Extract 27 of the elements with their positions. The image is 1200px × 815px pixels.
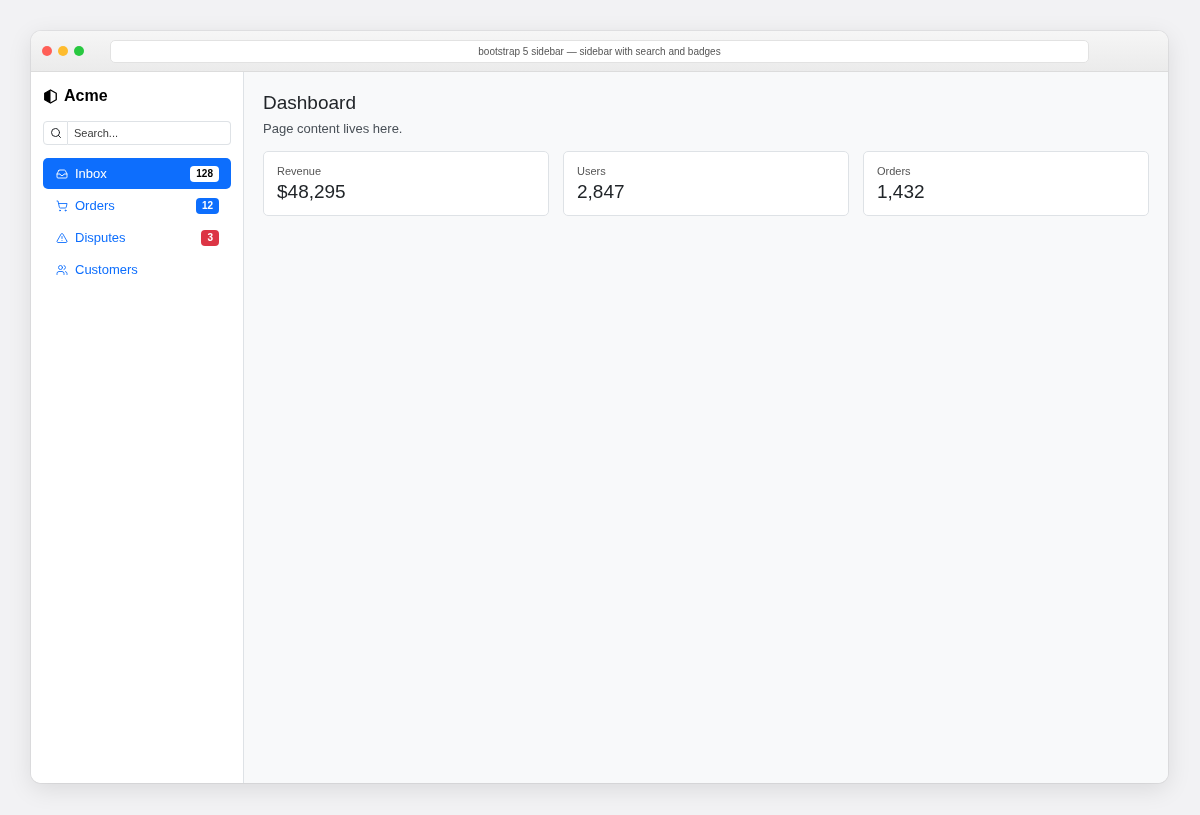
address-bar[interactable]: bootstrap 5 sidebar — sidebar with search and badges [110, 39, 1089, 63]
count-badge: 3 [201, 229, 219, 246]
stat-label: Revenue [277, 164, 322, 178]
count-badge: 12 [195, 197, 219, 214]
stat-value: $48,295 [277, 180, 346, 204]
stat-value: 2,847 [577, 180, 625, 204]
stat-label: Orders [877, 164, 911, 178]
nav-item[interactable]: Disputes 3 [43, 222, 231, 253]
maximize-icon[interactable] [74, 46, 84, 56]
page-text: Page content lives here. [263, 120, 403, 138]
count-badge: 128 [190, 165, 219, 182]
people-icon [56, 263, 68, 276]
page-heading: Dashboard [263, 91, 356, 114]
hexagon-logo-icon [44, 88, 57, 104]
nav-item[interactable]: Inbox 128 [43, 158, 231, 189]
brand-name: Acme [64, 87, 108, 105]
close-icon[interactable] [42, 46, 52, 56]
nav-item[interactable]: Orders 12 [43, 190, 231, 221]
stat-value: 1,432 [877, 180, 925, 204]
tray-icon [56, 167, 68, 180]
nav-item[interactable]: Customers [43, 254, 231, 285]
stat-label: Users [577, 164, 606, 178]
warning-icon [56, 231, 68, 244]
minimize-icon[interactable] [58, 46, 68, 56]
search-field[interactable]: Search... [68, 121, 231, 145]
search-icon [49, 127, 62, 139]
cart-icon [56, 199, 68, 212]
